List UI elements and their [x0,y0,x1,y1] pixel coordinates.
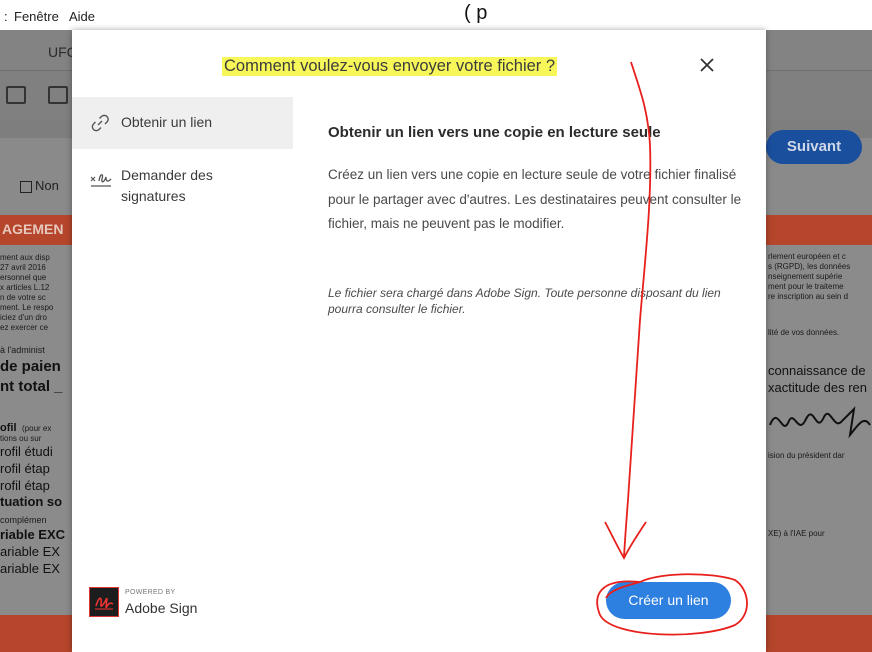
bg-line: re inscription au sein d [768,292,849,301]
non-checkbox[interactable]: Non [20,178,59,193]
checkbox-box [20,180,32,193]
bg-line-mid: xactitude des ren [768,380,868,395]
bg-line: s (RGPD), les données [768,262,851,271]
bg-line: nseignement supérie [768,272,843,281]
handwritten-signature [769,406,871,439]
bg-profil: ofil [0,422,17,434]
menu-item-aide[interactable]: Aide [69,9,95,24]
menu-separator: : [4,9,8,24]
dialog-sidebar: Obtenir un lien Demander des signatures [72,97,293,652]
bg-line: ment. Le respo [0,303,54,312]
print-icon [6,86,26,104]
bg-heading: de paien [0,358,61,375]
suivant-button[interactable]: Suivant [766,130,862,164]
bg-line: ment pour le traiteme [768,282,844,291]
bg-heading: nt total _ [0,378,63,395]
sidebar-item-request-signatures[interactable]: Demander des signatures [72,165,293,225]
bg-line: XE) à l'IAE pour [768,529,825,538]
mail-icon [48,86,68,104]
create-link-button[interactable]: Créer un lien [606,582,731,619]
bg-line: lité de vos données. [768,328,840,337]
dialog-header: Comment voulez-vous envoyer votre fichie… [72,30,766,97]
bg-line: tions ou sur [0,434,42,443]
close-button[interactable] [692,50,722,80]
bg-line: complémen [0,515,47,525]
bg-line: ment aux disp [0,253,50,262]
bg-line: 27 avril 2016 [0,263,46,272]
bg-option: tuation so [0,494,63,509]
bg-line: iciez d'un dro [0,313,47,322]
bg-line: (pour ex [22,424,52,433]
background-heading-text: AGEMEN [2,221,64,237]
bg-option: rofil étap [0,461,50,476]
bg-line: n de votre sc [0,293,46,302]
send-file-dialog: Comment voulez-vous envoyer votre fichie… [72,30,766,652]
bg-line: x articles L.12 [0,283,50,292]
signature-icon [90,174,112,187]
adobe-sign-logo-mark [95,597,114,610]
link-icon [91,114,109,132]
bg-line: ersonnel que [0,273,47,282]
bg-line: à l'administ [0,345,45,355]
bg-option: rofil étap [0,478,50,493]
content-note: Le fichier sera chargé dans Adobe Sign. … [328,286,721,316]
bg-line: ision du président dar [768,451,845,460]
checkbox-label: Non [35,178,59,193]
bg-line: ez exercer ce [0,323,49,332]
sidebar-item-get-link[interactable]: Obtenir un lien [72,97,293,149]
menu-item-fenetre[interactable]: Fenêtre [14,9,59,24]
sidebar-item-label: Demander des signatures [121,167,213,204]
menu-bar: : Fenêtre Aide ( p [0,0,872,30]
bg-line: rlement européen et c [768,252,846,261]
dialog-content: Obtenir un lien vers une copie en lectur… [293,97,766,652]
background-cutoff-text: ( p [464,2,488,24]
content-title: Obtenir un lien vers une copie en lectur… [328,124,661,141]
bg-option: ariable EX [0,561,60,576]
bg-line-mid: connaissance de [768,363,866,378]
bg-option: riable EXC [0,527,66,542]
bg-option: rofil étudi [0,444,53,459]
content-description: Créez un lien vers une copie en lecture … [328,167,742,231]
dialog-title: Comment voulez-vous envoyer votre fichie… [222,57,558,76]
bg-option: ariable EX [0,544,60,559]
sidebar-item-label: Obtenir un lien [121,114,213,130]
brand-name: Adobe Sign [125,600,198,616]
powered-by-label: POWERED BY [125,589,176,596]
close-icon [700,58,714,72]
adobe-sign-logo-icon [89,587,119,617]
